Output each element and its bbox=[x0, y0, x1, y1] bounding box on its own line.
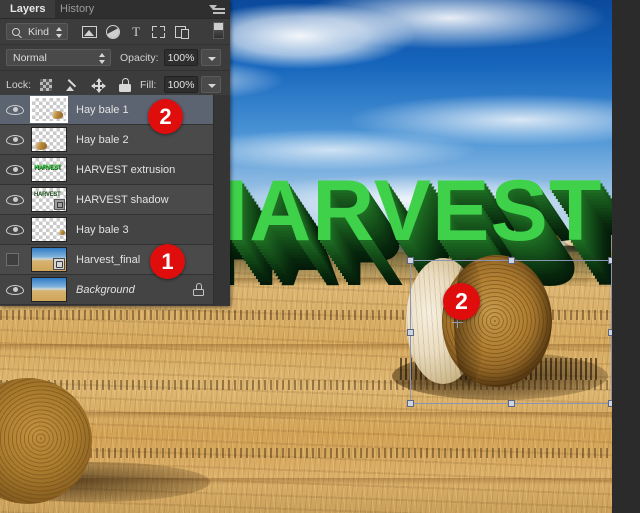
blend-mode-value: Normal bbox=[13, 52, 47, 64]
free-transform-bounding-box[interactable] bbox=[410, 260, 612, 404]
layer-name[interactable]: Harvest_final bbox=[76, 254, 140, 266]
filter-type-layers-icon[interactable]: T bbox=[126, 23, 146, 40]
opacity-input[interactable]: 100% bbox=[164, 49, 198, 66]
layer-filter-row: Kind T bbox=[0, 19, 230, 45]
layer-name[interactable]: HARVEST shadow bbox=[76, 194, 169, 206]
workspace-background bbox=[612, 0, 640, 513]
layer-thumbnail[interactable] bbox=[31, 127, 67, 152]
lock-image-pixels-icon[interactable] bbox=[62, 76, 85, 93]
lock-transparent-pixels-icon[interactable] bbox=[36, 76, 59, 93]
lock-all-icon[interactable] bbox=[114, 76, 137, 93]
layer-name[interactable]: Hay bale 3 bbox=[76, 224, 129, 236]
layer-thumbnail[interactable] bbox=[31, 247, 67, 272]
layer-row-harvest-final[interactable]: Harvest_final bbox=[0, 245, 230, 275]
fill-label: Fill: bbox=[140, 79, 157, 91]
layer-name[interactable]: Hay bale 1 bbox=[76, 104, 129, 116]
blend-opacity-row: Normal Opacity: 100% bbox=[0, 45, 230, 71]
tab-layers[interactable]: Layers bbox=[0, 0, 56, 18]
callout-badge-2-panel: 2 bbox=[148, 99, 183, 134]
harvest-3d-text[interactable]: HARVEST bbox=[186, 168, 602, 254]
eye-icon[interactable] bbox=[6, 163, 24, 176]
fill-value: 100% bbox=[167, 79, 195, 91]
transform-handle-top-left[interactable] bbox=[407, 257, 414, 264]
opacity-value: 100% bbox=[167, 52, 195, 64]
fill-input[interactable]: 100% bbox=[164, 76, 198, 93]
filter-pixel-layers-icon[interactable] bbox=[80, 23, 100, 40]
layer-name[interactable]: HARVEST extrusion bbox=[76, 164, 175, 176]
callout-badge-1: 1 bbox=[150, 244, 185, 279]
layer-row-harvest-extrusion[interactable]: HARVEST HARVEST extrusion bbox=[0, 155, 230, 185]
transform-handle-top-center[interactable] bbox=[508, 257, 515, 264]
layer-thumbnail[interactable]: HARVEST bbox=[31, 187, 67, 212]
filter-kind-dropdown[interactable]: Kind bbox=[6, 23, 68, 40]
layer-row-background[interactable]: Background bbox=[0, 275, 230, 305]
eye-icon[interactable] bbox=[6, 103, 24, 116]
filter-kind-label: Kind bbox=[28, 26, 50, 38]
lock-label: Lock: bbox=[6, 79, 32, 91]
transform-handle-bottom-left[interactable] bbox=[407, 400, 414, 407]
layer-row-hay-bale-2[interactable]: Hay bale 2 bbox=[0, 125, 230, 155]
opacity-dropdown-button[interactable] bbox=[201, 49, 221, 66]
layer-thumbnail[interactable] bbox=[31, 277, 67, 302]
filter-enable-toggle-icon[interactable] bbox=[213, 22, 224, 39]
photoshop-screenshot: HARVEST Layers History Kind T Normal Opa… bbox=[0, 0, 640, 513]
eye-hidden-icon[interactable] bbox=[6, 253, 19, 266]
magnifier-icon bbox=[12, 28, 20, 36]
layer-thumbnail[interactable] bbox=[31, 217, 67, 242]
transform-handle-bottom-center[interactable] bbox=[508, 400, 515, 407]
lock-icon[interactable] bbox=[193, 283, 204, 296]
lock-icons-group bbox=[36, 76, 137, 93]
layer-effects-badge-icon bbox=[54, 199, 65, 210]
panel-menu-icon[interactable] bbox=[209, 4, 225, 15]
layer-name[interactable]: Hay bale 2 bbox=[76, 134, 129, 146]
filter-type-icons: T bbox=[80, 23, 192, 40]
eye-icon[interactable] bbox=[6, 193, 24, 206]
layers-scrollbar[interactable] bbox=[213, 95, 230, 306]
tab-history[interactable]: History bbox=[50, 0, 104, 18]
blend-mode-dropdown[interactable]: Normal bbox=[6, 49, 111, 66]
layer-row-hay-bale-1[interactable]: Hay bale 1 bbox=[0, 95, 230, 125]
callout-badge-2-canvas: 2 bbox=[443, 283, 480, 320]
lock-position-icon[interactable] bbox=[88, 76, 111, 93]
opacity-label: Opacity: bbox=[120, 52, 159, 64]
layer-thumbnail[interactable]: HARVEST bbox=[31, 157, 67, 182]
fill-dropdown-button[interactable] bbox=[201, 76, 221, 93]
filter-shape-layers-icon[interactable] bbox=[149, 23, 169, 40]
eye-icon[interactable] bbox=[6, 133, 24, 146]
smart-object-badge-icon bbox=[53, 258, 65, 270]
layer-row-hay-bale-3[interactable]: Hay bale 3 bbox=[0, 215, 230, 245]
eye-icon[interactable] bbox=[6, 283, 24, 296]
eye-icon[interactable] bbox=[6, 223, 24, 236]
up-down-arrows-icon[interactable] bbox=[56, 27, 63, 38]
up-down-arrows-icon[interactable] bbox=[99, 53, 106, 64]
layers-list[interactable]: Hay bale 1 Hay bale 2 HARVEST HARVEST ex… bbox=[0, 95, 230, 306]
filter-smart-object-layers-icon[interactable] bbox=[172, 23, 192, 40]
transform-handle-middle-left[interactable] bbox=[407, 329, 414, 336]
layers-panel[interactable]: Layers History Kind T Normal Opacity: 10… bbox=[0, 0, 230, 306]
layer-name[interactable]: Background bbox=[76, 284, 135, 296]
panel-tab-bar: Layers History bbox=[0, 0, 230, 19]
filter-adjustment-layers-icon[interactable] bbox=[103, 23, 123, 40]
layer-thumbnail[interactable] bbox=[30, 96, 68, 123]
layer-row-harvest-shadow[interactable]: HARVEST HARVEST shadow bbox=[0, 185, 230, 215]
